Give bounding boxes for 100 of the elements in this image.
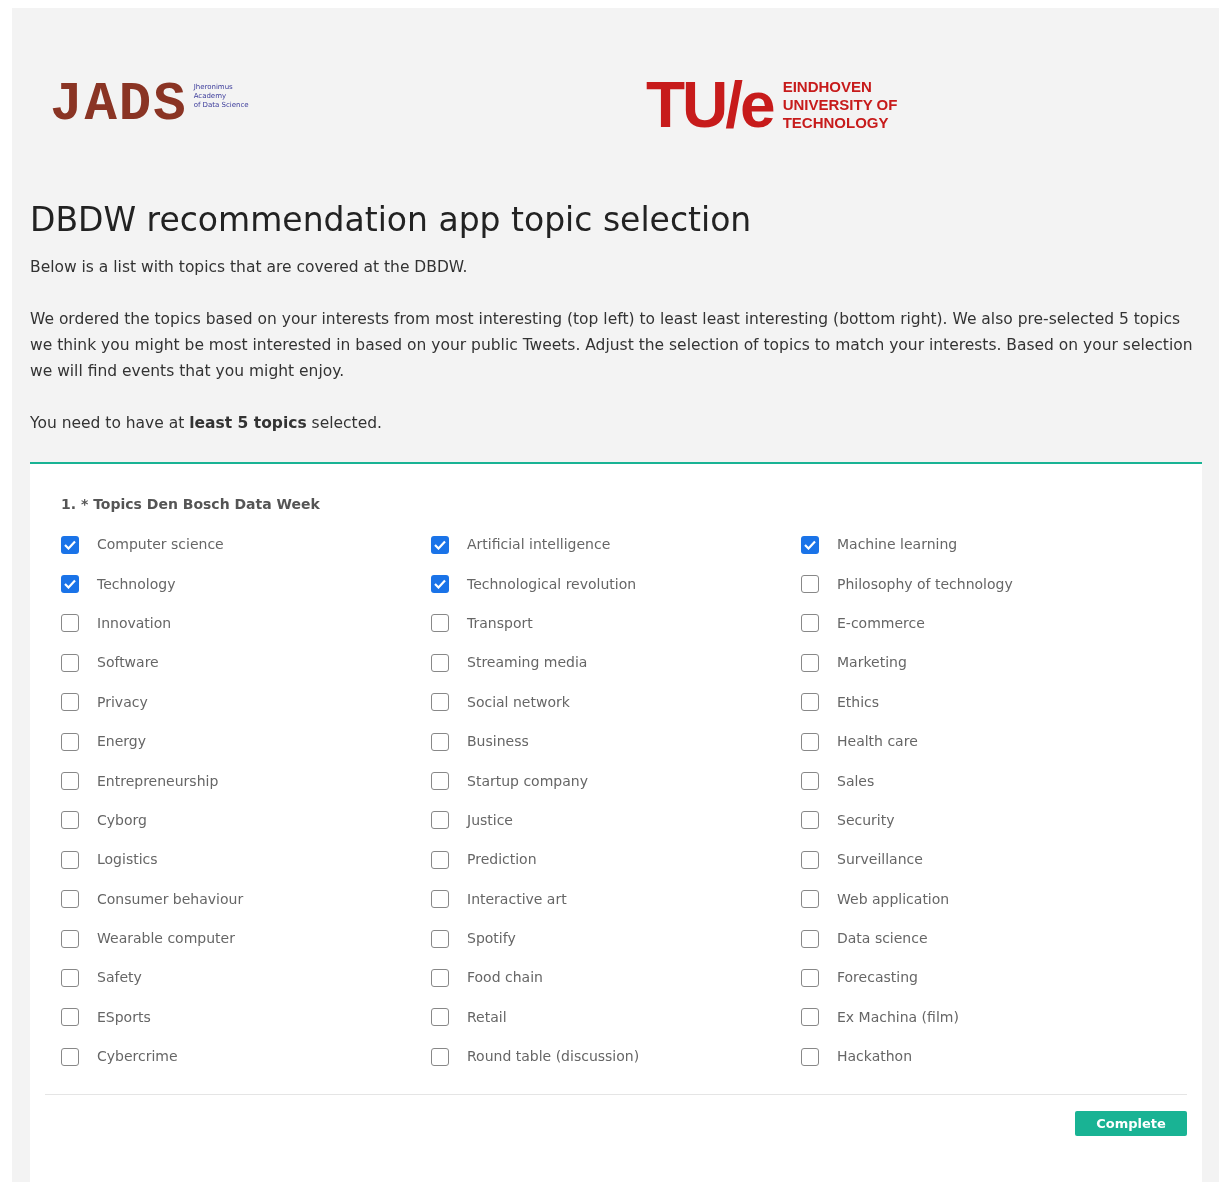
- paragraph: You need to have at least 5 topics selected.: [30, 413, 383, 434]
- checkbox-label: Social network: [467, 692, 570, 712]
- logo-subtitle: UNIVERSITY OF: [782, 96, 898, 114]
- checkmark-icon: [64, 579, 76, 590]
- checkbox-label: Computer science: [97, 535, 224, 555]
- checkbox[interactable]: [61, 535, 79, 554]
- logo-subtitle: TECHNOLOGY: [782, 114, 890, 132]
- checkbox-label: Technological revolution: [467, 574, 637, 594]
- checkbox[interactable]: [61, 850, 79, 869]
- checkbox[interactable]: [431, 732, 449, 751]
- checkbox[interactable]: [431, 653, 449, 672]
- checkbox[interactable]: [61, 732, 79, 751]
- checkbox-label: Prediction: [467, 850, 537, 870]
- checkbox[interactable]: [431, 1047, 449, 1066]
- checkbox[interactable]: [431, 535, 449, 554]
- checkmark-icon: [434, 579, 446, 590]
- checkbox[interactable]: [61, 614, 79, 633]
- checkbox-label: Technology: [97, 574, 176, 594]
- checkbox[interactable]: [61, 969, 79, 987]
- checkbox[interactable]: [431, 811, 449, 830]
- checkbox-label: Entrepreneurship: [97, 771, 219, 791]
- checkbox-label: Startup company: [467, 771, 588, 791]
- checkbox-label: Sales: [837, 771, 875, 791]
- checkbox[interactable]: [801, 1047, 819, 1066]
- checkbox-label: Innovation: [97, 613, 172, 633]
- checkbox-label: Forecasting: [837, 968, 918, 988]
- checkbox-label: Ex Machina (film): [837, 1007, 959, 1027]
- checkbox-label: Data science: [837, 929, 928, 949]
- checkbox[interactable]: [61, 772, 79, 791]
- checkmark-icon: [804, 539, 816, 550]
- checkbox[interactable]: [431, 890, 449, 909]
- checkbox-label: Transport: [467, 613, 533, 633]
- page-title: DBDW recommendation app topic selection: [30, 199, 753, 241]
- checkbox-label: Cyborg: [97, 810, 147, 830]
- checkbox-label: Logistics: [97, 850, 158, 870]
- checkbox-label: Safety: [97, 968, 142, 988]
- checkbox[interactable]: [431, 850, 449, 869]
- checkbox[interactable]: [61, 1047, 79, 1066]
- checkbox-label: Retail: [467, 1007, 507, 1027]
- checkbox-label: Surveillance: [837, 850, 923, 870]
- checkbox[interactable]: [801, 890, 819, 909]
- question-title: 1. * Topics Den Bosch Data Week: [61, 495, 321, 514]
- checkbox-label: Spotify: [467, 929, 516, 949]
- checkbox-label: Artificial intelligence: [467, 535, 611, 555]
- checkbox[interactable]: [61, 575, 79, 594]
- checkbox-label: Machine learning: [837, 535, 958, 555]
- checkbox-label: Security: [837, 810, 895, 830]
- checkbox-label: Justice: [467, 810, 513, 830]
- checkbox[interactable]: [801, 850, 819, 869]
- paragraph: We ordered the topics based on your interests from most interesting (top left) to least least interesting (bottom right). We also pre-selected 5 topics we think you might be most interested in based on your public Tweets. Adjust the selection of topics to match your interests. Based on your selection we will find events that you might enjoy.: [30, 309, 1194, 382]
- checkbox-label: Health care: [837, 732, 918, 752]
- checkbox[interactable]: [61, 653, 79, 672]
- checkbox[interactable]: [431, 1008, 449, 1027]
- checkbox-label: Wearable computer: [97, 929, 235, 949]
- checkbox-label: ESports: [97, 1007, 151, 1027]
- checkbox[interactable]: [801, 575, 819, 594]
- checkbox-label: Ethics: [837, 692, 880, 712]
- checkbox-label: Food chain: [467, 968, 543, 988]
- checkbox-label: Cybercrime: [97, 1047, 178, 1067]
- checkbox-label: Streaming media: [467, 653, 588, 673]
- checkbox[interactable]: [61, 929, 79, 948]
- complete-button[interactable]: Complete: [1075, 1111, 1187, 1137]
- logo-wordmark: JADS: [50, 78, 188, 132]
- checkbox[interactable]: [431, 614, 449, 633]
- checkbox-label: Privacy: [97, 692, 148, 712]
- checkbox-label: Marketing: [837, 653, 907, 673]
- checkbox[interactable]: [801, 929, 819, 948]
- checkbox[interactable]: [801, 732, 819, 751]
- checkbox-label: Energy: [97, 732, 146, 752]
- logo-subtitle: EINDHOVEN: [782, 78, 873, 96]
- checkbox[interactable]: [431, 929, 449, 948]
- checkbox[interactable]: [431, 969, 449, 987]
- checkbox[interactable]: [801, 811, 819, 830]
- checkbox-label: Software: [97, 653, 159, 673]
- checkbox[interactable]: [801, 614, 819, 633]
- checkbox[interactable]: [801, 535, 819, 554]
- checkbox-label: Interactive art: [467, 889, 567, 909]
- checkbox[interactable]: [61, 811, 79, 830]
- checkbox[interactable]: [61, 890, 79, 909]
- logo-wordmark: TU/e: [646, 73, 773, 137]
- checkmark-icon: [64, 539, 76, 550]
- checkbox[interactable]: [801, 653, 819, 672]
- checkbox[interactable]: [801, 969, 819, 987]
- checkbox[interactable]: [61, 1008, 79, 1027]
- checkbox-label: Round table (discussion): [467, 1047, 640, 1067]
- checkbox-label: Hackathon: [837, 1047, 913, 1067]
- checkmark-icon: [434, 539, 446, 550]
- checkbox-label: Philosophy of technology: [837, 574, 1013, 594]
- checkbox-label: Consumer behaviour: [97, 889, 244, 909]
- checkbox[interactable]: [431, 693, 449, 712]
- checkbox[interactable]: [801, 1008, 819, 1027]
- checkbox[interactable]: [801, 693, 819, 712]
- checkbox-label: Business: [467, 732, 529, 752]
- paragraph: Below is a list with topics that are covered at the DBDW.: [30, 257, 469, 278]
- checkbox-label: Web application: [837, 889, 950, 909]
- checkbox-label: E-commerce: [837, 613, 925, 633]
- checkbox[interactable]: [61, 693, 79, 712]
- checkbox[interactable]: [801, 772, 819, 791]
- checkbox[interactable]: [431, 575, 449, 594]
- checkbox[interactable]: [431, 772, 449, 791]
